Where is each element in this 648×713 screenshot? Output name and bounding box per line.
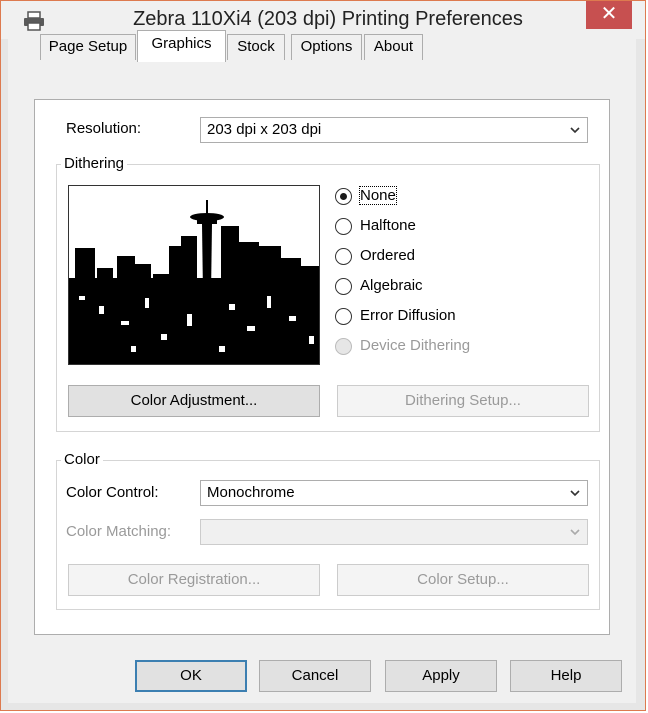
radio-button — [335, 278, 352, 295]
color-matching-label: Color Matching: — [66, 523, 172, 540]
apply-button[interactable]: Apply — [385, 660, 497, 692]
color-control-dropdown[interactable]: Monochrome — [200, 480, 588, 506]
dithering-preview-image — [68, 185, 320, 365]
chevron-down-icon — [570, 127, 580, 134]
resolution-value: 203 dpi x 203 dpi — [207, 121, 322, 138]
radio-halftone-label: Halftone — [360, 217, 416, 234]
color-control-value: Monochrome — [207, 484, 295, 501]
help-button[interactable]: Help — [510, 660, 622, 692]
tab-options[interactable]: Options — [291, 34, 362, 60]
radio-button — [335, 308, 352, 325]
dithering-group-title: Dithering — [61, 155, 128, 172]
resolution-dropdown[interactable]: 203 dpi x 203 dpi — [200, 117, 588, 143]
radio-button — [335, 188, 352, 205]
window-title: Zebra 110Xi4 (203 dpi) Printing Preferen… — [133, 8, 523, 30]
color-adjustment-button[interactable]: Color Adjustment... — [68, 385, 320, 417]
radio-error-diffusion-label: Error Diffusion — [360, 307, 456, 324]
radio-algebraic-label: Algebraic — [360, 277, 423, 294]
radio-none-label: None — [359, 186, 397, 205]
cancel-button[interactable]: Cancel — [259, 660, 371, 692]
color-setup-button: Color Setup... — [337, 564, 589, 596]
radio-ordered-label: Ordered — [360, 247, 416, 264]
color-registration-button: Color Registration... — [68, 564, 320, 596]
resolution-label: Resolution: — [66, 120, 142, 137]
radio-selected-dot — [340, 193, 347, 200]
radio-button — [335, 218, 352, 235]
close-button[interactable]: ✕ — [586, 1, 632, 29]
tab-about[interactable]: About — [364, 34, 423, 60]
dithering-setup-button: Dithering Setup... — [337, 385, 589, 417]
skyline-image — [69, 186, 319, 364]
color-group-title: Color — [61, 451, 103, 468]
chevron-down-icon — [570, 529, 580, 536]
tab-graphics[interactable]: Graphics — [137, 30, 226, 62]
close-icon: ✕ — [600, 3, 618, 25]
radio-device-dithering-label: Device Dithering — [360, 337, 471, 354]
chevron-down-icon — [570, 490, 580, 497]
tab-page-setup[interactable]: Page Setup — [40, 34, 136, 60]
color-matching-dropdown — [200, 519, 588, 545]
radio-button — [335, 248, 352, 265]
tab-stock[interactable]: Stock — [227, 34, 285, 60]
ok-button[interactable]: OK — [135, 660, 247, 692]
radio-button — [335, 338, 352, 355]
color-control-label: Color Control: — [66, 484, 159, 501]
